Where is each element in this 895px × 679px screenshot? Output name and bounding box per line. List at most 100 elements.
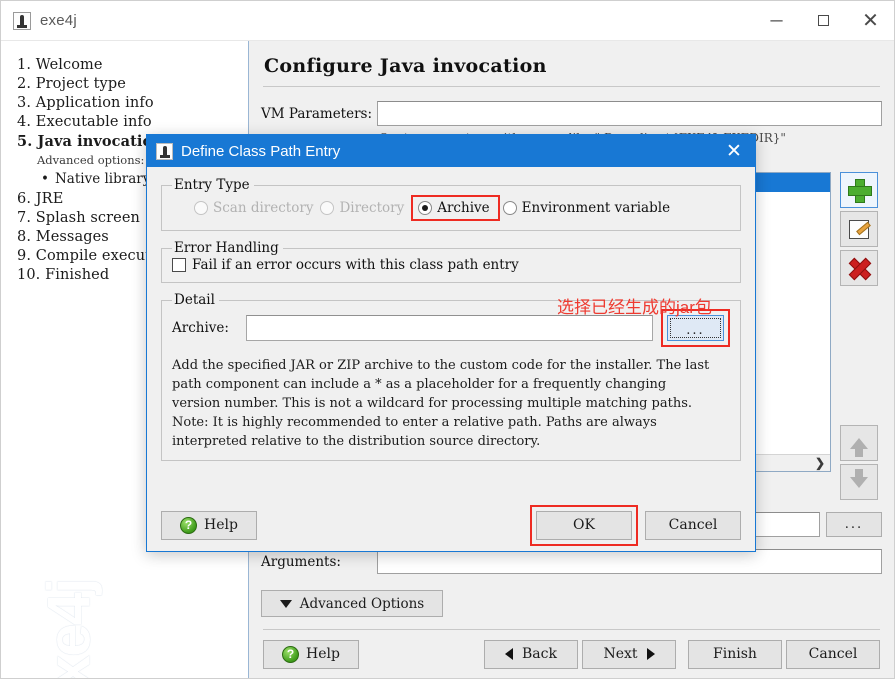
edit-icon — [849, 219, 869, 239]
arrow-down-icon — [850, 468, 868, 488]
window-controls: ─ ✕ — [753, 1, 894, 40]
dialog-title-bar: Define Class Path Entry ✕ — [147, 135, 755, 167]
move-down-button[interactable] — [840, 464, 878, 500]
entry-type-group: Entry Type Scan directory Directory Arch… — [161, 177, 741, 231]
entry-type-legend: Entry Type — [174, 177, 250, 193]
next-button[interactable]: Next — [582, 639, 676, 669]
radio-directory[interactable]: Directory — [320, 200, 404, 216]
vm-parameters-input[interactable] — [377, 101, 882, 126]
ok-button[interactable]: OK — [536, 510, 632, 540]
back-button[interactable]: Back — [484, 639, 578, 669]
watermark-text: exe4j — [35, 579, 103, 678]
radio-icon-selected — [418, 201, 433, 215]
minimize-button[interactable]: ─ — [753, 1, 800, 40]
window-title: exe4j — [40, 12, 77, 29]
help-icon: ? — [180, 516, 198, 534]
archive-browse-button[interactable]: ... — [667, 315, 724, 341]
close-button[interactable]: ✕ — [847, 1, 894, 40]
checkbox-icon[interactable] — [172, 258, 186, 272]
dialog-footer: ? Help OK Cancel — [147, 499, 755, 551]
back-label: Back — [522, 646, 557, 662]
step-number: 10. — [17, 266, 41, 283]
step-label: Executable info — [35, 113, 152, 130]
step-number: 3. — [17, 94, 32, 111]
vm-parameters-row: VM Parameters: — [261, 101, 882, 126]
arguments-row: Arguments: — [261, 549, 882, 574]
radio-environment-variable[interactable]: Environment variable — [502, 200, 671, 216]
arrow-up-icon — [850, 437, 868, 457]
advanced-options-label: Advanced Options — [299, 595, 425, 612]
cancel-button[interactable]: Cancel — [786, 639, 880, 669]
radio-label: Scan directory — [213, 200, 314, 216]
maximize-button[interactable] — [800, 1, 847, 40]
error-handling-legend: Error Handling — [174, 240, 279, 256]
classpath-toolbar — [836, 172, 882, 503]
help-label: Help — [306, 646, 340, 662]
step-label: Project type — [35, 75, 126, 92]
sidebar-item-welcome[interactable]: 1. Welcome — [1, 55, 248, 74]
step-label: Welcome — [35, 56, 103, 73]
dialog-content: Entry Type Scan directory Directory Arch… — [147, 167, 755, 499]
sidebar-item-project-type[interactable]: 2. Project type — [1, 74, 248, 93]
archive-label: Archive: — [172, 320, 229, 336]
arrow-right-icon — [646, 648, 655, 660]
sidebar-item-executable-info[interactable]: 4. Executable info — [1, 112, 248, 131]
help-button[interactable]: ? Help — [263, 639, 359, 669]
radio-icon — [194, 201, 208, 215]
edit-entry-button[interactable] — [840, 211, 878, 247]
radio-icon — [502, 201, 517, 215]
radio-icon — [320, 201, 335, 215]
entry-type-radio-group: Scan directory Directory Archive Environ… — [172, 193, 730, 221]
arrow-left-icon — [505, 648, 514, 660]
radio-scan-directory[interactable]: Scan directory — [194, 200, 313, 216]
ok-button-highlight: OK — [530, 504, 638, 546]
fail-on-error-checkbox-row[interactable]: Fail if an error occurs with this class … — [172, 256, 730, 273]
chevron-right-icon[interactable]: ❯ — [815, 456, 825, 470]
radio-archive[interactable]: Archive — [411, 195, 500, 221]
exe4j-main-window: exe4j ─ ✕ 1. Welcome 2. Project type 3. … — [0, 0, 895, 679]
chevron-down-icon — [279, 599, 292, 608]
dialog-help-button[interactable]: ? Help — [161, 510, 257, 540]
arguments-input[interactable] — [377, 549, 882, 574]
main-class-browse-button[interactable]: ... — [826, 512, 882, 537]
step-number: 6. — [17, 190, 32, 207]
sidebar-item-application-info[interactable]: 3. Application info — [1, 93, 248, 112]
step-number: 1. — [17, 56, 32, 73]
step-label: Java invocation — [37, 132, 163, 150]
archive-input[interactable] — [246, 315, 653, 341]
advanced-options-button[interactable]: Advanced Options — [261, 590, 443, 617]
radio-label: Environment variable — [521, 200, 671, 216]
archive-browse-label: ... — [686, 322, 705, 338]
exe4j-app-icon — [13, 11, 31, 30]
detail-description: Add the specified JAR or ZIP archive to … — [172, 358, 710, 450]
wizard-footer: ? Help Back Next Finish Cancel — [249, 630, 894, 678]
exe4j-watermark: exe4j — [9, 554, 129, 678]
dialog-title: Define Class Path Entry — [181, 142, 341, 160]
add-entry-button[interactable] — [840, 172, 878, 208]
step-number: 7. — [17, 209, 32, 226]
window-title-bar: exe4j ─ ✕ — [1, 1, 894, 41]
dialog-cancel-button[interactable]: Cancel — [645, 510, 741, 540]
arguments-label: Arguments: — [261, 553, 341, 570]
plus-icon — [848, 179, 872, 203]
step-label: JRE — [35, 190, 64, 207]
step-number: 4. — [17, 113, 32, 130]
delete-x-icon — [848, 257, 870, 279]
maximize-icon — [818, 15, 829, 26]
step-label: Messages — [35, 228, 109, 245]
dialog-close-button[interactable]: ✕ — [713, 135, 755, 167]
step-number: 5. — [17, 132, 33, 150]
bullet-icon: • — [41, 171, 49, 187]
remove-entry-button[interactable] — [840, 250, 878, 286]
step-number: 9. — [17, 247, 32, 264]
step-label: Finished — [45, 266, 110, 283]
help-icon: ? — [282, 645, 300, 663]
move-up-button[interactable] — [840, 425, 878, 461]
finish-button[interactable]: Finish — [688, 639, 782, 669]
radio-label: Archive — [437, 200, 490, 216]
step-label: Application info — [35, 94, 154, 111]
title-divider — [263, 86, 880, 87]
sidebar-sub-label: Native library — [54, 171, 151, 187]
step-number: 2. — [17, 75, 32, 92]
